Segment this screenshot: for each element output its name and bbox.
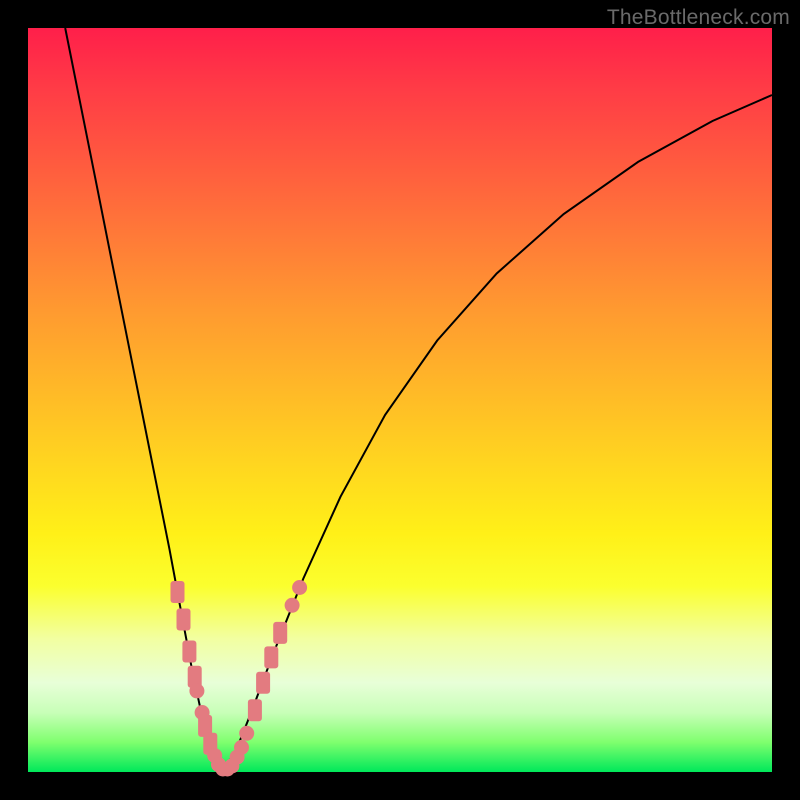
data-marker	[292, 580, 307, 595]
data-marker	[239, 726, 254, 741]
curves-svg	[28, 28, 772, 772]
data-marker	[182, 641, 196, 663]
data-marker	[256, 672, 270, 694]
data-marker	[273, 622, 287, 644]
data-marker	[171, 581, 185, 603]
data-marker	[248, 699, 262, 721]
chart-plot-area	[28, 28, 772, 772]
right-curve	[223, 95, 772, 772]
data-marker	[177, 609, 191, 631]
data-marker	[285, 598, 300, 613]
left-curve	[65, 28, 223, 772]
data-marker	[189, 683, 204, 698]
watermark-text: TheBottleneck.com	[607, 6, 790, 30]
data-marker	[234, 740, 249, 755]
data-marker	[264, 646, 278, 668]
